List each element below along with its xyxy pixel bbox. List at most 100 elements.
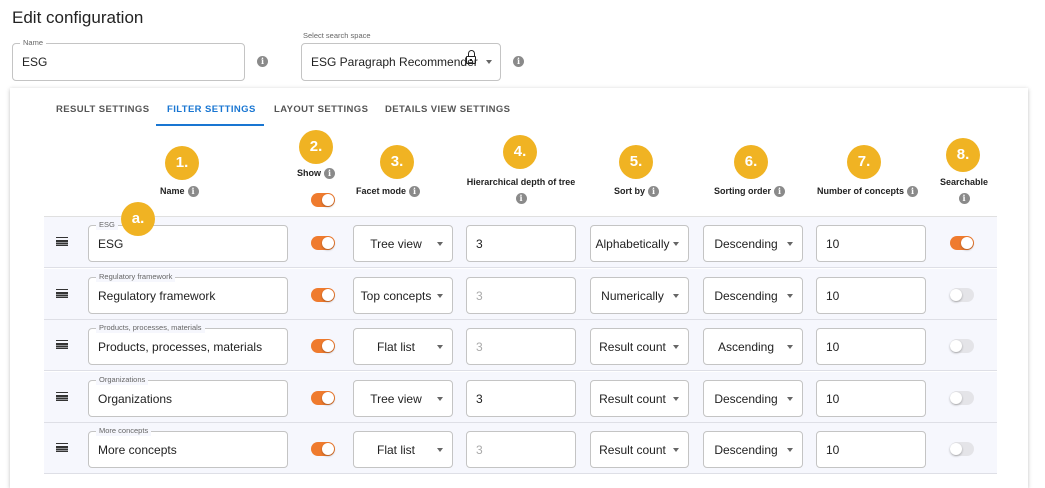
show-toggle[interactable] (311, 236, 335, 250)
number-of-concepts-input[interactable]: 10 (816, 380, 926, 417)
depth-input[interactable]: 3 (466, 328, 576, 365)
chevron-down-icon (437, 448, 443, 452)
column-header-sorting-order: Sorting order i (714, 186, 786, 198)
tab-details-view-settings[interactable]: DETAILS VIEW SETTINGS (385, 104, 510, 115)
column-header-show: Show i (297, 168, 335, 180)
facet-name-field[interactable]: Regulatory framework Regulatory framewor… (88, 272, 288, 314)
depth-value: 3 (476, 339, 483, 354)
info-icon[interactable]: i (515, 193, 527, 204)
step-badge: 8. (946, 138, 980, 172)
chevron-down-icon (437, 345, 443, 349)
facet-name-value: ESG (98, 236, 124, 251)
drag-handle-icon[interactable] (56, 237, 68, 246)
info-icon[interactable]: i (409, 186, 421, 198)
depth-input[interactable]: 3 (466, 431, 576, 468)
column-header-sort-by: Sort by i (614, 186, 660, 198)
sort-by-select[interactable]: Result count (590, 380, 689, 417)
facet-name-field[interactable]: Products, processes, materials Products,… (88, 323, 288, 365)
step-badge: 5. (619, 145, 653, 179)
info-icon[interactable]: i (257, 56, 268, 67)
show-toggle[interactable] (311, 339, 335, 353)
number-of-concepts-input[interactable]: 10 (816, 431, 926, 468)
step-badge: a. (121, 202, 155, 236)
searchable-toggle[interactable] (950, 288, 974, 302)
facet-name-field[interactable]: ESG ESG (88, 220, 288, 262)
table-row: Products, processes, materials Products,… (44, 320, 997, 371)
sorting-order-select[interactable]: Ascending (703, 328, 803, 365)
number-of-concepts-value: 10 (826, 288, 840, 303)
column-header-facet-mode: Facet mode i (356, 186, 421, 198)
number-of-concepts-input[interactable]: 10 (816, 225, 926, 262)
info-icon[interactable]: i (513, 56, 524, 67)
facet-name-label: Products, processes, materials (96, 323, 205, 333)
facet-name-field[interactable]: Organizations Organizations (88, 375, 288, 417)
depth-input[interactable]: 3 (466, 277, 576, 314)
chevron-down-icon (787, 345, 793, 349)
drag-handle-icon[interactable] (56, 289, 68, 298)
name-field-label: Name (20, 38, 47, 48)
number-of-concepts-value: 10 (826, 442, 840, 457)
drag-handle-icon[interactable] (56, 443, 68, 452)
searchable-toggle[interactable] (950, 236, 974, 250)
facet-name-field[interactable]: More concepts More concepts (88, 426, 288, 468)
sorting-order-select[interactable]: Descending (703, 225, 803, 262)
facet-mode-value: Flat list (376, 339, 415, 354)
sort-by-select[interactable]: Numerically (590, 277, 689, 314)
info-icon[interactable]: i (187, 186, 199, 198)
depth-value: 3 (476, 391, 483, 406)
sorting-order-value: Descending (714, 442, 778, 457)
searchable-toggle[interactable] (950, 391, 974, 405)
show-all-toggle[interactable] (311, 193, 335, 207)
searchable-toggle[interactable] (950, 339, 974, 353)
facet-mode-select[interactable]: Tree view (353, 225, 453, 262)
sort-by-select[interactable]: Result count (590, 328, 689, 365)
sort-by-select[interactable]: Result count (590, 431, 689, 468)
sorting-order-value: Descending (714, 391, 778, 406)
show-toggle[interactable] (311, 391, 335, 405)
depth-input[interactable]: 3 (466, 225, 576, 262)
chevron-down-icon (787, 397, 793, 401)
sorting-order-select[interactable]: Descending (703, 277, 803, 314)
sort-by-select[interactable]: Alphabetically (590, 225, 689, 262)
table-row: ESG ESG Tree view 3 Alphabetically Desce… (44, 217, 997, 268)
sort-by-value: Numerically (601, 288, 664, 303)
show-toggle[interactable] (311, 442, 335, 456)
info-icon[interactable]: i (907, 186, 919, 198)
sort-by-value: Result count (599, 442, 666, 457)
sorting-order-value: Ascending (717, 339, 775, 354)
show-toggle[interactable] (311, 288, 335, 302)
info-icon[interactable]: i (774, 186, 786, 198)
searchable-toggle[interactable] (950, 442, 974, 456)
info-icon[interactable]: i (324, 168, 335, 180)
facet-name-value: Organizations (98, 391, 173, 406)
tab-result-settings[interactable]: RESULT SETTINGS (56, 104, 149, 115)
sort-by-value: Alphabetically (595, 236, 670, 251)
sorting-order-select[interactable]: Descending (703, 380, 803, 417)
tab-layout-settings[interactable]: LAYOUT SETTINGS (274, 104, 368, 115)
info-icon[interactable]: i (648, 186, 660, 198)
column-header-number-of-concepts: Number of concepts i (817, 186, 919, 198)
lock-open-icon (466, 50, 476, 64)
sorting-order-select[interactable]: Descending (703, 431, 803, 468)
name-field[interactable]: Name ESG (12, 38, 245, 81)
tab-filter-settings[interactable]: FILTER SETTINGS (167, 104, 256, 115)
info-icon[interactable]: i (958, 193, 970, 204)
facet-name-value: More concepts (98, 442, 177, 457)
number-of-concepts-value: 10 (826, 236, 840, 251)
drag-handle-icon[interactable] (56, 340, 68, 349)
drag-handle-icon[interactable] (56, 392, 68, 401)
facet-mode-select[interactable]: Flat list (353, 431, 453, 468)
facet-name-value: Products, processes, materials (98, 339, 263, 354)
table-row: Organizations Organizations Tree view 3 … (44, 372, 997, 423)
number-of-concepts-input[interactable]: 10 (816, 328, 926, 365)
facet-mode-select[interactable]: Top concepts (353, 277, 453, 314)
facet-mode-value: Top concepts (360, 288, 432, 303)
chevron-down-icon (787, 448, 793, 452)
facet-mode-select[interactable]: Flat list (353, 328, 453, 365)
number-of-concepts-input[interactable]: 10 (816, 277, 926, 314)
facet-mode-select[interactable]: Tree view (353, 380, 453, 417)
facet-mode-value: Flat list (376, 442, 415, 457)
search-space-label: Select search space (303, 31, 371, 40)
search-space-value: ESG Paragraph Recommender (311, 55, 478, 69)
depth-input[interactable]: 3 (466, 380, 576, 417)
